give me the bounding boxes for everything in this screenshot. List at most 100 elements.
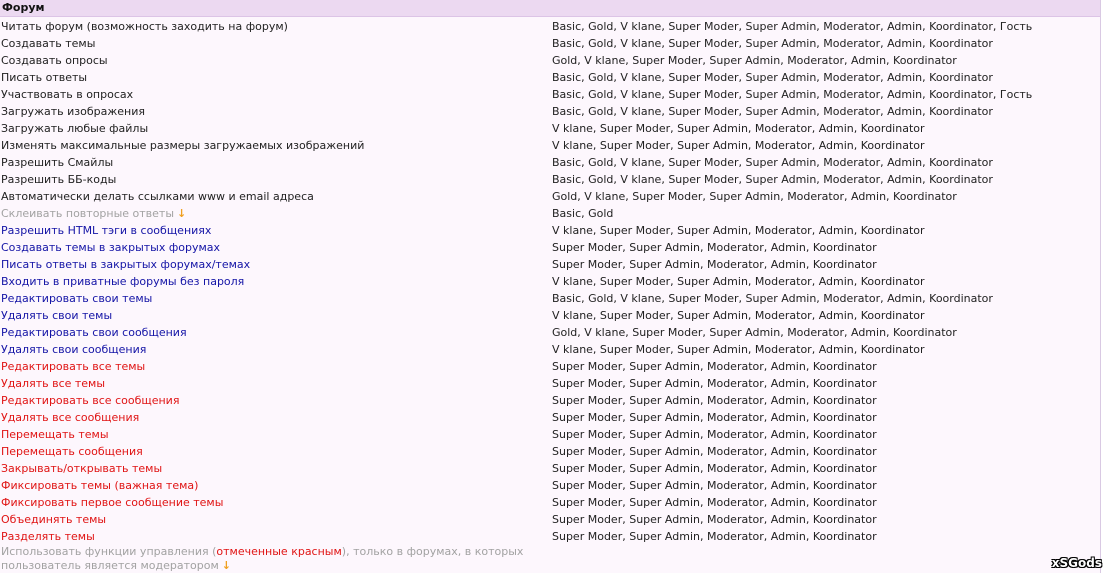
permission-row: Читать форум (возможность заходить на фо… (0, 18, 1100, 35)
permission-label-text: Входить в приватные форумы без пароля (1, 275, 245, 288)
permission-row: Создавать темы в закрытых форумах Super M… (0, 239, 1100, 256)
permission-groups: Super Moder, Super Admin, Moderator, Adm… (552, 496, 877, 509)
permission-row: Разделять темы Super Moder, Super Admin, … (0, 528, 1100, 545)
permission-groups: Super Moder, Super Admin, Moderator, Adm… (552, 258, 877, 271)
permission-label-text: Фиксировать темы (важная тема) (1, 479, 199, 492)
permission-row: Разрешить ББ-коды Basic, Gold, V klane, S… (0, 171, 1100, 188)
permission-label-text: Удалять свои сообщения (1, 343, 147, 356)
permission-row: Редактировать все темы Super Moder, Super… (0, 358, 1100, 375)
permission-groups: Super Moder, Super Admin, Moderator, Adm… (552, 241, 877, 254)
permission-groups: Basic, Gold (552, 207, 614, 220)
section-title: Форум (2, 1, 45, 14)
permission-row: Удалять все сообщения Super Moder, Super … (0, 409, 1100, 426)
permission-label-text: Писать ответы в закрытых форумах/темах (1, 258, 251, 271)
permission-label: Писать ответы (0, 69, 552, 86)
permission-label: Разрешить Смайлы (0, 154, 552, 171)
permission-label-text: Перемещать темы (1, 428, 109, 441)
permission-groups: V klane, Super Moder, Super Admin, Moder… (552, 224, 925, 237)
permission-label: Фиксировать первое сообщение темы (0, 494, 552, 511)
permission-label-text: Создавать темы (1, 37, 96, 50)
permission-label-text: Редактировать свои темы (1, 292, 153, 305)
permission-label: Закрывать/открывать темы (0, 460, 552, 477)
permission-label: Входить в приватные форумы без пароля (0, 273, 552, 290)
permission-label-text: Закрывать/открывать темы (1, 462, 163, 475)
permission-groups: Super Moder, Super Admin, Moderator, Adm… (552, 394, 877, 407)
permission-label: Перемещать сообщения (0, 443, 552, 460)
permission-groups: V klane, Super Moder, Super Admin, Moder… (552, 275, 925, 288)
permission-label: Автоматически делать ссылками www и emai… (0, 188, 552, 205)
permission-label-text: Разрешить HTML тэги в сообщениях (1, 224, 212, 237)
permission-row: Редактировать свои сообщения Gold, V klan… (0, 324, 1100, 341)
permission-row: Удалять все темы Super Moder, Super Admin… (0, 375, 1100, 392)
permission-label-text: Удалять все сообщения (1, 411, 140, 424)
permission-groups: Super Moder, Super Admin, Moderator, Adm… (552, 513, 877, 526)
permission-label: Редактировать все сообщения (0, 392, 552, 409)
permission-row: Входить в приватные форумы без пароля V k… (0, 273, 1100, 290)
permission-groups: Basic, Gold, V klane, Super Moder, Super… (552, 173, 993, 186)
note-text-red: отмеченные красным (216, 545, 342, 558)
permission-groups: Super Moder, Super Admin, Moderator, Adm… (552, 428, 877, 441)
permission-label: Читать форум (возможность заходить на фо… (0, 18, 552, 35)
permission-label-text: Разрешить Смайлы (1, 156, 114, 169)
permission-groups: Basic, Gold, V klane, Super Moder, Super… (552, 71, 993, 84)
permission-groups: V klane, Super Moder, Super Admin, Moder… (552, 139, 925, 152)
permission-label-text: Фиксировать первое сообщение темы (1, 496, 224, 509)
permission-label-text: Разрешить ББ-коды (1, 173, 117, 186)
permission-label-text: Участвовать в опросах (1, 88, 134, 101)
permission-label-text: Загружать изображения (1, 105, 145, 118)
permission-label-text: Создавать темы в закрытых форумах (1, 241, 221, 254)
permission-label: Изменять максимальные размеры загружаемы… (0, 137, 552, 154)
permission-label: Разрешить HTML тэги в сообщениях (0, 222, 552, 239)
permission-label-text: Редактировать все сообщения (1, 394, 180, 407)
permission-groups: Gold, V klane, Super Moder, Super Admin,… (552, 54, 957, 67)
permission-label: Загружать любые файлы (0, 120, 552, 137)
permission-row: Создавать темы Basic, Gold, V klane, Supe… (0, 35, 1100, 52)
permission-label-text: Загружать любые файлы (1, 122, 149, 135)
permission-label: Перемещать темы (0, 426, 552, 443)
permission-label: Создавать опросы (0, 52, 552, 69)
permission-label-text: Автоматически делать ссылками www и emai… (1, 190, 314, 203)
permission-label: Создавать темы (0, 35, 552, 52)
permission-groups: Basic, Gold, V klane, Super Moder, Super… (552, 37, 993, 50)
permission-groups: Basic, Gold, V klane, Super Moder, Super… (552, 20, 1033, 33)
permission-label-text: Перемещать сообщения (1, 445, 143, 458)
permission-row: Редактировать свои темы Basic, Gold, V kl… (0, 290, 1100, 307)
permission-row: Изменять максимальные размеры загружаемы… (0, 137, 1100, 154)
permission-label-text: Писать ответы (1, 71, 88, 84)
permission-label-text: Читать форум (возможность заходить на фо… (1, 20, 288, 33)
permission-row: Разрешить Смайлы Basic, Gold, V klane, Su… (0, 154, 1100, 171)
permission-groups: Super Moder, Super Admin, Moderator, Adm… (552, 360, 877, 373)
permission-label: Редактировать свои сообщения (0, 324, 552, 341)
permission-label: Писать ответы в закрытых форумах/темах (0, 256, 552, 273)
permission-row: Писать ответы Basic, Gold, V klane, Super… (0, 69, 1100, 86)
permission-row: Редактировать все сообщения Super Moder, … (0, 392, 1100, 409)
permission-label-text: Удалять все темы (1, 377, 106, 390)
watermark: xSGods (1051, 556, 1102, 570)
permission-label: Удалять свои темы (0, 307, 552, 324)
permission-groups: Super Moder, Super Admin, Moderator, Adm… (552, 377, 877, 390)
permissions-panel: Форум Читать форум (возможность заходить… (0, 0, 1101, 573)
permission-groups: V klane, Super Moder, Super Admin, Moder… (552, 122, 925, 135)
permission-label: Загружать изображения (0, 103, 552, 120)
permission-groups: Super Moder, Super Admin, Moderator, Adm… (552, 411, 877, 424)
permission-row: Закрывать/открывать темы Super Moder, Sup… (0, 460, 1100, 477)
permission-row: Участвовать в опросах Basic, Gold, V klan… (0, 86, 1100, 103)
permission-label: Склеивать повторные ответы ↓ (0, 205, 552, 222)
permission-groups: V klane, Super Moder, Super Admin, Moder… (552, 343, 925, 356)
note-text-before: Использовать функции управления ( (1, 545, 217, 558)
permission-label: Редактировать все темы (0, 358, 552, 375)
permission-label-text: Создавать опросы (1, 54, 108, 67)
permission-row: Объединять темы Super Moder, Super Admin,… (0, 511, 1100, 528)
down-arrow-icon: ↓ (221, 559, 232, 572)
permission-row: Разрешить HTML тэги в сообщениях V klane,… (0, 222, 1100, 239)
permission-label-text: Склеивать повторные ответы (1, 207, 175, 220)
permission-row: Загружать любые файлы V klane, Super Mode… (0, 120, 1100, 137)
permission-label: Создавать темы в закрытых форумах (0, 239, 552, 256)
permission-label: Разделять темы (0, 528, 552, 545)
permission-label: Удалять все темы (0, 375, 552, 392)
permission-row: Писать ответы в закрытых форумах/темах Su… (0, 256, 1100, 273)
permission-row: Удалять свои сообщения V klane, Super Mod… (0, 341, 1100, 358)
permission-label: Разрешить ББ-коды (0, 171, 552, 188)
permission-label-text: Удалять свои темы (1, 309, 113, 322)
permission-groups: Basic, Gold, V klane, Super Moder, Super… (552, 292, 993, 305)
